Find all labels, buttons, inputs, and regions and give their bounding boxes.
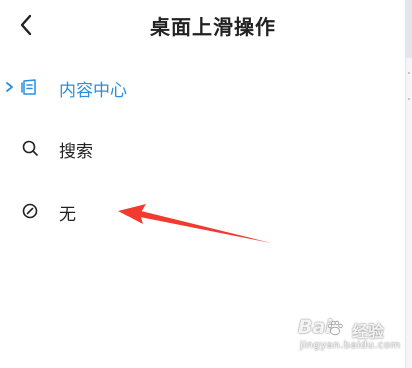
option-label: 无 [59,205,76,225]
watermark-brand-cn: 经验 [352,322,385,341]
page-title: 桌面上滑操作 [150,15,276,39]
watermark-url: jingyan.baidu.com [300,340,401,351]
annotation-arrow [118,204,271,243]
header: 桌面上滑操作 [0,0,404,50]
screen: 桌面上滑操作 内容中心 搜索 无 Bai 经验 jingyan.baidu.co… [0,0,412,368]
option-label: 内容中心 [59,81,127,101]
background-window-edge [405,0,412,368]
option-none[interactable]: 无 [0,190,404,234]
search-icon [22,140,38,156]
none-icon [22,203,38,219]
option-content-center[interactable]: 内容中心 [0,66,404,110]
selected-chevron-icon [6,82,13,92]
content-center-icon [21,79,36,95]
background-window-mark [408,72,410,74]
option-search[interactable]: 搜索 [0,127,404,171]
paw-icon [327,320,343,336]
baidu-watermark-logo: Bai 经验 jingyan.baidu.com [296,316,400,356]
background-window-mark [408,98,410,100]
option-label: 搜索 [59,142,93,162]
